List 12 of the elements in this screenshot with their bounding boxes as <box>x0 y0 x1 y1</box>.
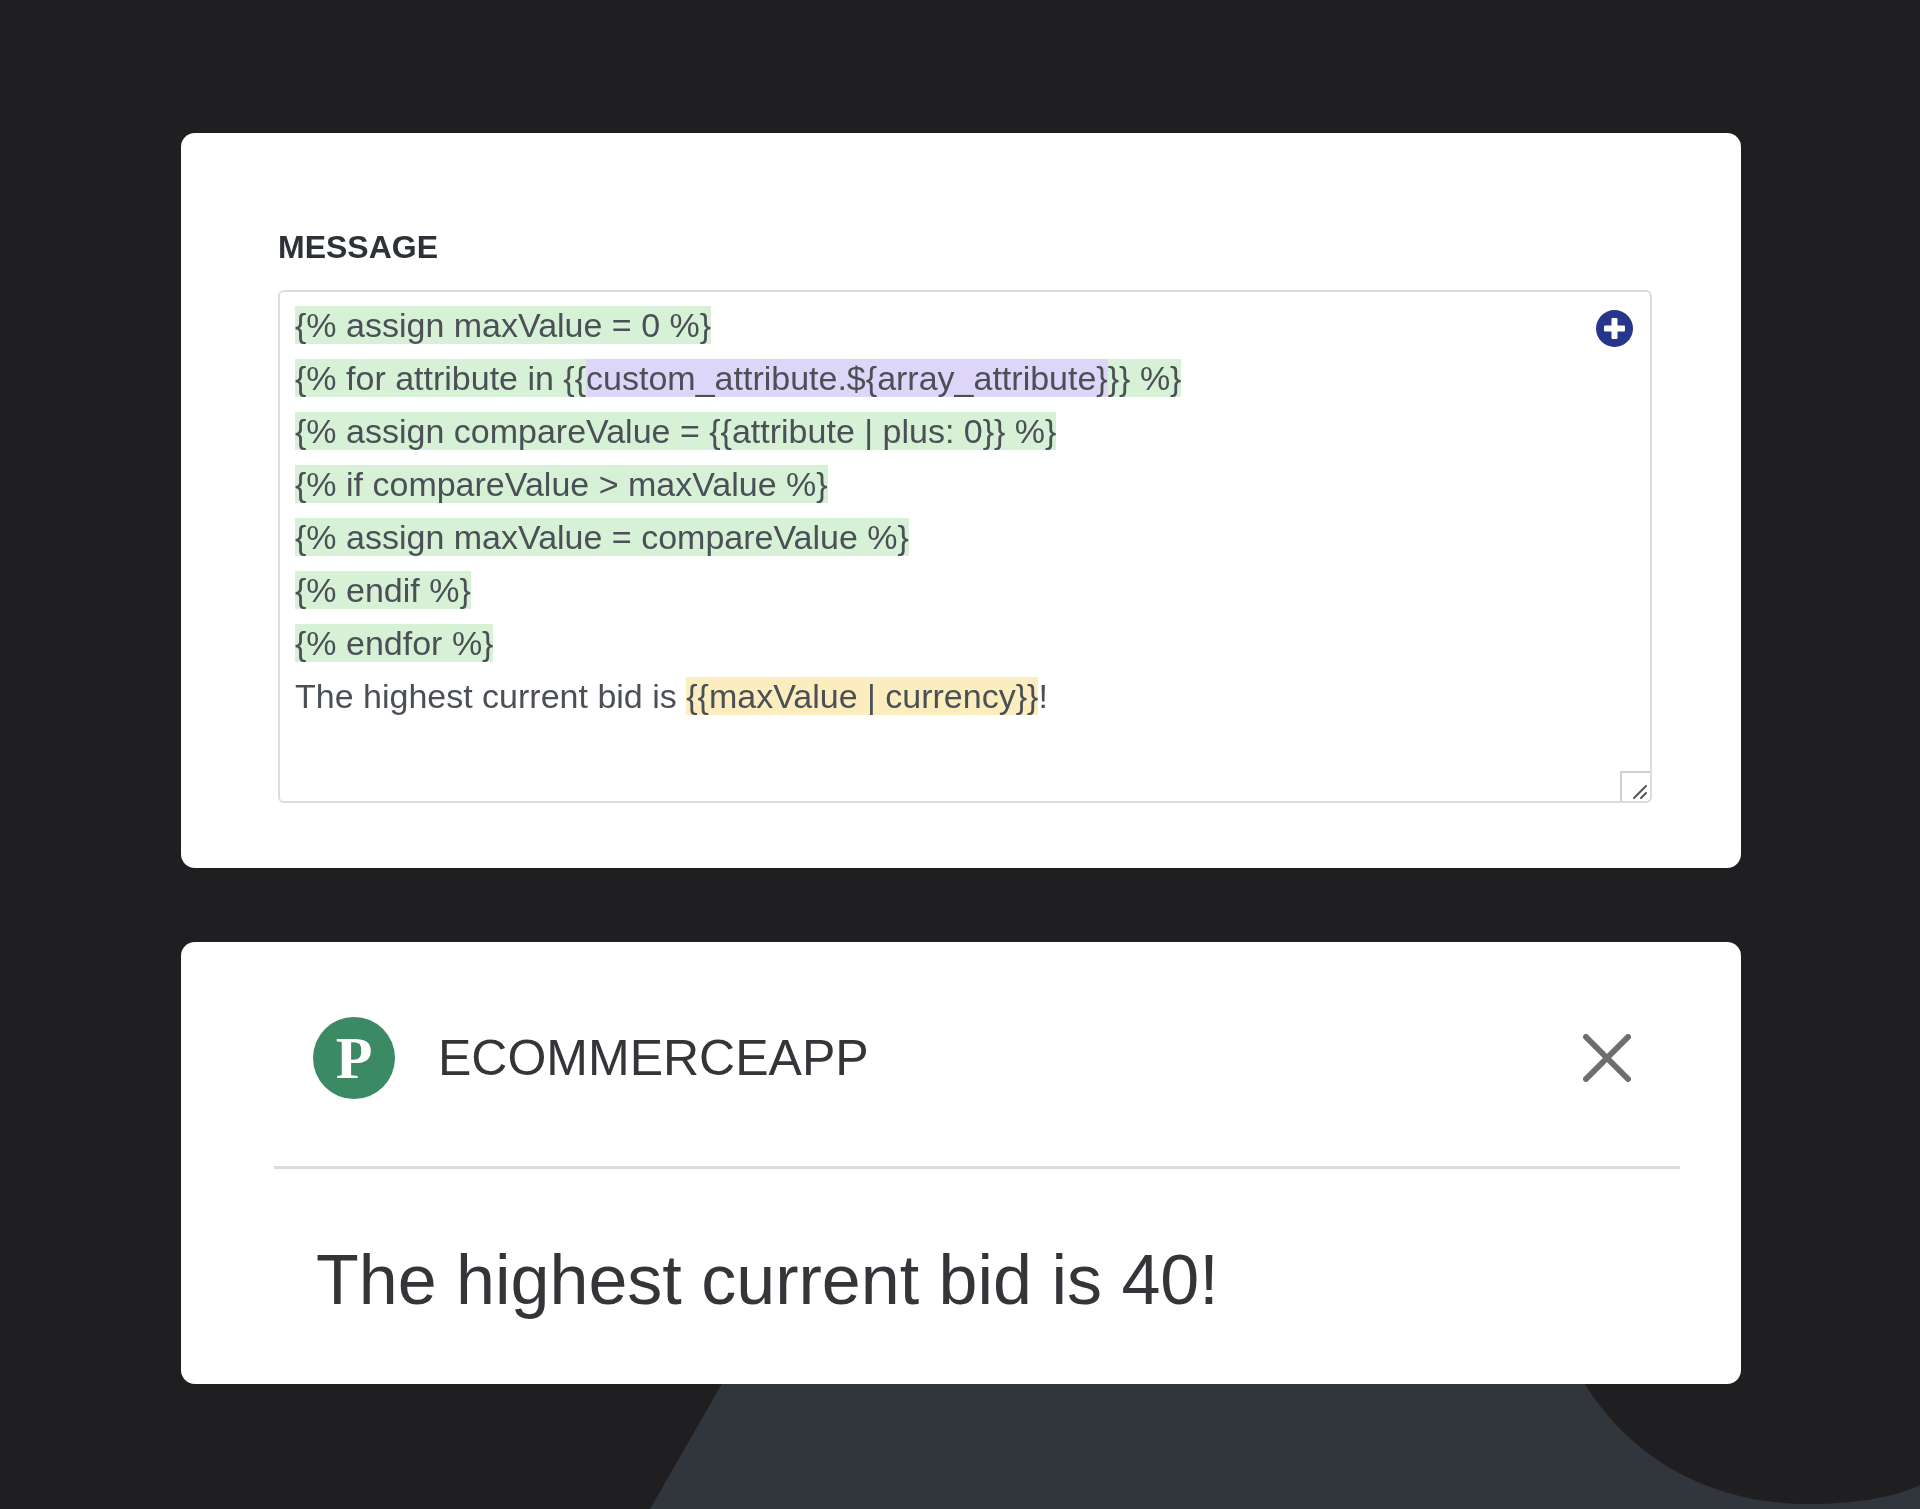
close-button[interactable] <box>1583 1034 1631 1082</box>
message-field[interactable] <box>278 290 1652 803</box>
close-icon <box>1583 1034 1631 1082</box>
insert-button[interactable] <box>1596 310 1633 347</box>
code-line: The highest current bid is {{maxValue | currency}}! <box>295 677 1048 715</box>
resize-handle-icon[interactable] <box>1620 771 1650 801</box>
notification-message: The highest current bid is 40! <box>316 1240 1219 1320</box>
field-label: MESSAGE <box>278 228 439 266</box>
code-line: {% for attribute in {{custom_attribute.${array_attribute}}} %} <box>295 359 1182 397</box>
app-name: ECOMMERCEAPP <box>438 1029 869 1087</box>
plus-circle-icon <box>1596 310 1633 347</box>
app-logo: P <box>313 1017 395 1099</box>
